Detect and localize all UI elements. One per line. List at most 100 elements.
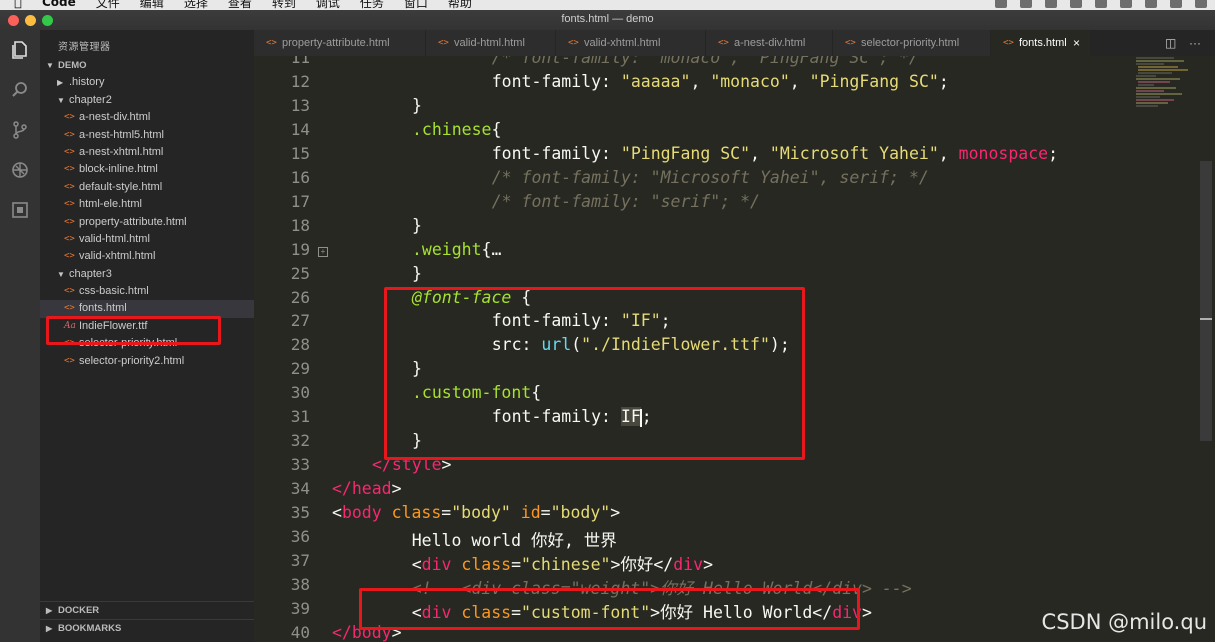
html-file-icon: <> xyxy=(64,303,75,314)
tree-item-label: chapter3 xyxy=(69,267,112,280)
code-line[interactable]: src: url("./IndieFlower.ttf"); xyxy=(452,335,790,354)
tree-file[interactable]: <> a-nest-xhtml.html xyxy=(40,144,254,161)
editor-tab[interactable]: <> valid-html.html xyxy=(426,30,556,56)
menu-item[interactable]: 选择 xyxy=(184,0,208,10)
tree-file[interactable]: <> a-nest-div.html xyxy=(40,109,254,126)
debug-icon[interactable] xyxy=(8,158,32,182)
tray-icon[interactable] xyxy=(995,0,1007,8)
code-line[interactable]: } xyxy=(412,359,422,378)
fold-expand-icon[interactable]: + xyxy=(318,246,328,257)
html-file-icon: <> xyxy=(718,38,729,48)
tree-file[interactable]: <> html-ele.html xyxy=(40,196,254,213)
code-line[interactable]: font-family: "IF"; xyxy=(452,311,671,330)
tree-file[interactable]: <> valid-xhtml.html xyxy=(40,248,254,265)
code-line[interactable]: <body class="body" id="body"> xyxy=(332,503,620,522)
menu-item[interactable]: 查看 xyxy=(228,0,252,10)
code-token: { xyxy=(531,383,542,403)
code-line[interactable]: } xyxy=(412,431,422,450)
tree-file[interactable]: <> property-attribute.html xyxy=(40,214,254,231)
code-token: ; xyxy=(660,311,671,331)
tray-icon[interactable] xyxy=(1020,0,1032,8)
files-icon[interactable] xyxy=(8,38,32,62)
code-line[interactable]: /* font-family: "Microsoft Yahei", serif… xyxy=(452,168,929,187)
activity-bar xyxy=(0,30,40,642)
code-token: > xyxy=(391,479,402,499)
tree-file[interactable]: <> css-basic.html xyxy=(40,283,254,300)
line-number: 16 xyxy=(290,167,310,187)
notification-icon[interactable] xyxy=(1195,0,1207,8)
code-line[interactable]: <!-- <div class="weight">你好 Hello World<… xyxy=(372,575,912,599)
extensions-icon[interactable] xyxy=(8,198,32,222)
code-line[interactable]: /* font-family: "monaco", "PingFang SC";… xyxy=(452,56,919,67)
menu-item[interactable]: 编辑 xyxy=(140,0,164,10)
split-editor-icon[interactable]: ◫ xyxy=(1165,30,1176,56)
code-line[interactable]: /* font-family: "serif"; */ xyxy=(452,192,760,211)
code-line[interactable]: .custom-font{ xyxy=(412,383,541,402)
html-file-icon: <> xyxy=(64,129,75,140)
code-line[interactable]: } xyxy=(412,264,422,283)
search-icon[interactable] xyxy=(1070,0,1082,8)
section-header-bookmarks[interactable]: ▶ BOOKMARKS xyxy=(40,619,254,637)
line-number: 17 xyxy=(290,191,310,211)
code-token: , xyxy=(938,143,959,163)
macos-menu-bar:  Code 文件 编辑 选择 查看 转到 调试 任务 窗口 帮助 xyxy=(0,0,1215,10)
editor-tab[interactable]: <> selector-priority.html xyxy=(833,30,991,56)
section-header-docker[interactable]: ▶ DOCKER xyxy=(40,601,254,619)
tree-file[interactable]: <> selector-priority.html xyxy=(40,335,254,352)
tree-item-label: valid-html.html xyxy=(79,232,150,245)
editor-tab[interactable]: <> fonts.html × xyxy=(991,30,1091,56)
menu-item[interactable]: 任务 xyxy=(360,0,384,10)
section-header-demo[interactable]: ▼ DEMO xyxy=(40,57,254,74)
tree-file[interactable]: <> default-style.html xyxy=(40,179,254,196)
wifi-icon[interactable] xyxy=(1120,0,1132,8)
minimap[interactable] xyxy=(1134,56,1194,126)
battery-icon[interactable] xyxy=(1145,0,1157,8)
code-line[interactable]: @font-face { xyxy=(412,288,531,307)
menu-item[interactable]: 文件 xyxy=(96,0,120,10)
code-editor[interactable]: 11 /* font-family: "monaco", "PingFang S… xyxy=(254,56,1215,642)
menu-item[interactable]: 窗口 xyxy=(404,0,428,10)
code-token: </style xyxy=(372,455,442,475)
code-line[interactable]: } xyxy=(412,96,422,115)
menu-item[interactable]: 调试 xyxy=(316,0,340,10)
apple-icon[interactable]:  xyxy=(14,0,28,10)
more-actions-icon[interactable]: ··· xyxy=(1189,30,1201,56)
tray-icon[interactable] xyxy=(1045,0,1057,8)
tray-icon[interactable] xyxy=(1170,0,1182,8)
bluetooth-icon[interactable] xyxy=(1095,0,1107,8)
tree-file[interactable]: <> valid-html.html xyxy=(40,231,254,248)
tree-folder[interactable]: ▼ chapter2 xyxy=(40,92,254,109)
search-icon[interactable] xyxy=(8,78,32,102)
code-line[interactable]: .weight{… xyxy=(412,240,501,259)
menu-item[interactable]: 帮助 xyxy=(448,0,472,10)
editor-tab[interactable]: <> a-nest-div.html xyxy=(706,30,833,56)
code-line[interactable]: </style> xyxy=(372,455,451,474)
editor-tab[interactable]: <> valid-xhtml.html xyxy=(556,30,706,56)
code-line[interactable]: font-family: "aaaaa", "monaco", "PingFan… xyxy=(452,72,949,91)
editor-scrollbar[interactable] xyxy=(1200,161,1212,441)
tree-file[interactable]: <> selector-priority2.html xyxy=(40,353,254,370)
code-line[interactable]: <div class="chinese">你好</div> xyxy=(372,551,713,575)
code-line[interactable]: Hello world 你好, 世界 xyxy=(372,527,617,551)
tree-file[interactable]: <> fonts.html xyxy=(40,300,254,318)
close-tab-icon[interactable]: × xyxy=(1073,30,1080,56)
editor-tab[interactable]: <> property-attribute.html xyxy=(254,30,426,56)
tree-folder[interactable]: ▼ chapter3 xyxy=(40,266,254,283)
source-control-icon[interactable] xyxy=(8,118,32,142)
code-line[interactable]: </head> xyxy=(332,479,402,498)
code-line[interactable]: font-family: IF; xyxy=(452,407,652,427)
tree-file[interactable]: Aa IndieFlower.ttf xyxy=(40,318,254,335)
code-token: > xyxy=(610,503,621,523)
tree-file[interactable]: <> a-nest-html5.html xyxy=(40,127,254,144)
tree-folder[interactable]: ▶ .history xyxy=(40,74,254,91)
tree-file[interactable]: <> block-inline.html xyxy=(40,161,254,178)
chevron-down-icon: ▼ xyxy=(46,61,54,70)
menu-item[interactable]: 转到 xyxy=(272,0,296,10)
code-line[interactable]: <div class="custom-font">你好 Hello World<… xyxy=(372,599,872,623)
code-line[interactable]: font-family: "PingFang SC", "Microsoft Y… xyxy=(452,144,1058,163)
code-line[interactable]: .chinese{ xyxy=(412,120,501,139)
code-line[interactable]: </body> xyxy=(332,623,402,642)
code-line[interactable]: } xyxy=(412,216,422,235)
line-number: 12 xyxy=(290,71,310,91)
menu-app-name[interactable]: Code xyxy=(42,0,76,9)
